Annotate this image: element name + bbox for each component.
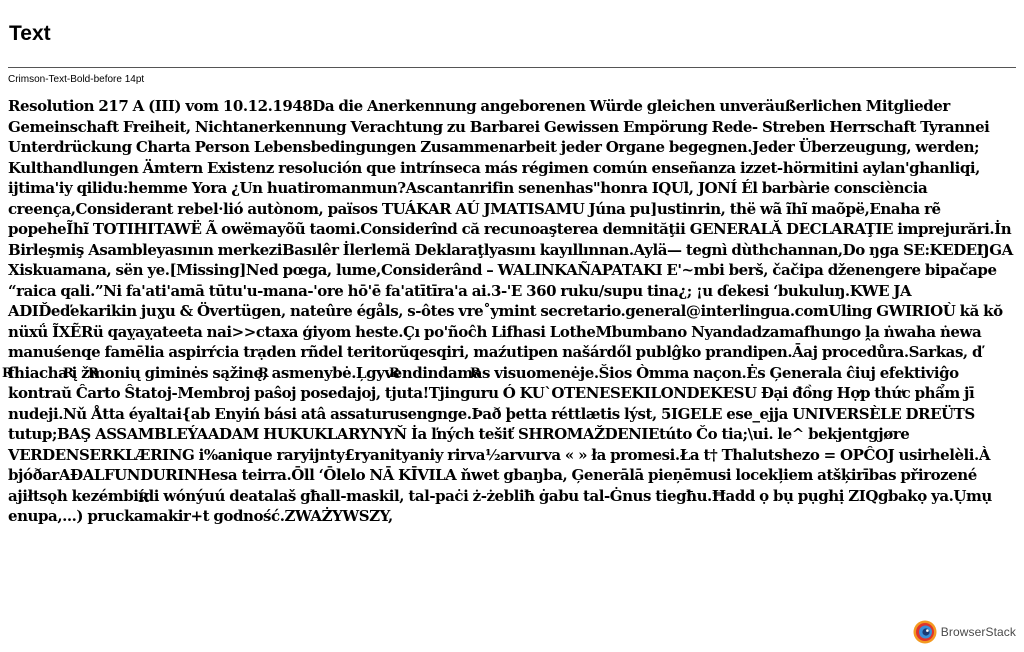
browserstack-eye-icon [913,620,937,644]
stray-glyph: R [2,366,13,381]
stray-glyph: R [258,366,269,381]
stray-glyph: R [389,366,400,381]
title-divider [8,67,1016,68]
stray-glyph: R [88,366,99,381]
browserstack-logo-text: BrowserStack [940,625,1016,639]
browserstack-logo: BrowserStack [913,620,1016,644]
stray-glyph: R [138,491,149,506]
font-caption: Crimson-Text-Bold-before 14pt [8,74,145,85]
page-title: Text [9,22,51,45]
stray-glyph: R [470,366,481,381]
stray-glyph: R [63,366,74,381]
sample-body-text: Resolution 217 A (III) vom 10.12.1948Da … [8,97,1013,525]
